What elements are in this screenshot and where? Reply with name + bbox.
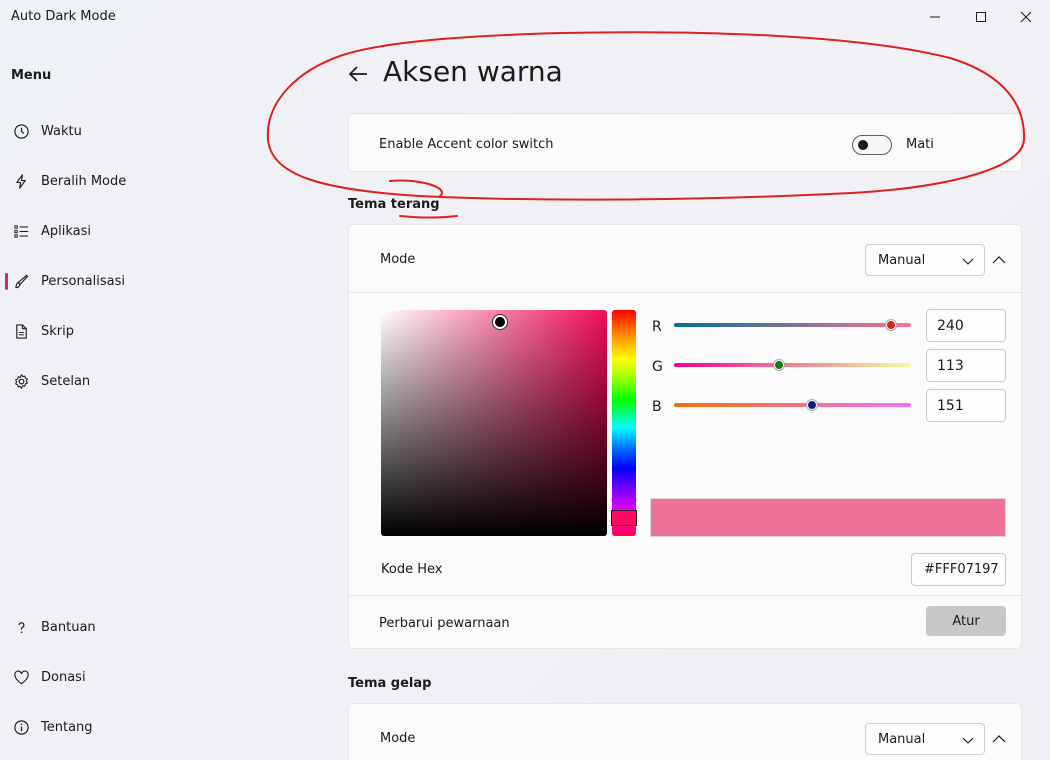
- atur-button[interactable]: Atur: [926, 606, 1006, 636]
- accent-switch-card: Enable Accent color switch Mati: [348, 113, 1022, 172]
- toggle-state-label: Mati: [906, 137, 934, 152]
- sidebar-item-label: Setelan: [41, 373, 91, 389]
- sidebar: Menu Waktu Beralih Mode Aplikasi Persona…: [0, 34, 310, 760]
- heart-icon: [12, 668, 30, 686]
- accent-toggle[interactable]: [852, 135, 892, 155]
- accent-switch-label: Enable Accent color switch: [379, 137, 554, 152]
- g-slider[interactable]: [674, 360, 911, 370]
- sidebar-item-label: Beralih Mode: [41, 173, 127, 189]
- light-theme-title: Tema terang: [348, 197, 440, 212]
- g-label: G: [652, 359, 663, 375]
- r-label: R: [652, 319, 662, 335]
- hue-slider[interactable]: [612, 310, 636, 536]
- b-input[interactable]: 151: [926, 389, 1006, 422]
- back-arrow-icon[interactable]: [346, 62, 370, 86]
- dark-mode-card: Mode Manual: [348, 703, 1022, 760]
- window-title: Auto Dark Mode: [11, 9, 116, 24]
- r-slider[interactable]: [674, 320, 911, 330]
- sidebar-item-aplikasi[interactable]: Aplikasi: [4, 213, 304, 249]
- dropdown-value: Manual: [878, 252, 926, 268]
- chevron-down-icon: [962, 258, 974, 265]
- update-coloring-label: Perbarui pewarnaan: [379, 616, 510, 631]
- chevron-down-icon: [962, 737, 974, 744]
- sidebar-item-label: Personalisasi: [41, 273, 125, 289]
- update-coloring-card: Perbarui pewarnaan Atur: [348, 595, 1022, 649]
- r-input[interactable]: 240: [926, 309, 1006, 342]
- minimize-icon: [930, 16, 940, 18]
- mode-label: Mode: [380, 252, 416, 267]
- sidebar-item-beralih-mode[interactable]: Beralih Mode: [4, 163, 304, 199]
- sidebar-item-label: Skrip: [41, 323, 74, 339]
- menu-label: Menu: [11, 68, 52, 83]
- sidebar-item-skrip[interactable]: Skrip: [4, 313, 304, 349]
- sidebar-item-label: Bantuan: [41, 619, 96, 635]
- list-icon: [12, 222, 30, 240]
- chevron-up-icon[interactable]: [992, 732, 1006, 746]
- mode-label: Mode: [380, 731, 416, 746]
- g-slider-thumb[interactable]: [774, 360, 784, 370]
- page-title: Aksen warna: [383, 55, 563, 88]
- question-icon: [12, 618, 30, 636]
- b-label: B: [652, 399, 662, 415]
- light-mode-card: Mode Manual: [348, 224, 1022, 293]
- color-picker-card: R 240 G 113 B 151 Kode Hex #FFF07197: [348, 292, 1022, 596]
- g-input[interactable]: 113: [926, 349, 1006, 382]
- lightning-icon: [12, 172, 30, 190]
- color-cursor[interactable]: [493, 315, 507, 329]
- saturation-value-area[interactable]: [381, 310, 607, 536]
- sidebar-item-tentang[interactable]: Tentang: [4, 709, 304, 745]
- close-icon: [1020, 11, 1032, 23]
- r-slider-thumb[interactable]: [886, 320, 896, 330]
- chevron-up-icon[interactable]: [992, 253, 1006, 267]
- hue-slider-thumb[interactable]: [611, 510, 637, 526]
- gear-icon: [12, 372, 30, 390]
- light-mode-dropdown[interactable]: Manual: [865, 244, 985, 276]
- dropdown-value: Manual: [878, 731, 926, 747]
- clock-icon: [12, 122, 30, 140]
- maximize-button[interactable]: [958, 0, 1004, 34]
- sidebar-item-waktu[interactable]: Waktu: [4, 113, 304, 149]
- sidebar-item-donasi[interactable]: Donasi: [4, 659, 304, 695]
- sidebar-item-bantuan[interactable]: Bantuan: [4, 609, 304, 645]
- info-icon: [12, 718, 30, 736]
- b-slider[interactable]: [674, 400, 911, 410]
- sidebar-item-personalisasi[interactable]: Personalisasi: [4, 263, 304, 299]
- sidebar-item-label: Donasi: [41, 669, 86, 685]
- b-slider-thumb[interactable]: [807, 400, 817, 410]
- title-bar: Auto Dark Mode: [0, 0, 1050, 34]
- hex-input[interactable]: #FFF07197: [911, 553, 1006, 586]
- sidebar-item-setelan[interactable]: Setelan: [4, 363, 304, 399]
- document-icon: [12, 322, 30, 340]
- dark-mode-dropdown[interactable]: Manual: [865, 723, 985, 755]
- hex-label: Kode Hex: [381, 562, 443, 577]
- maximize-icon: [976, 12, 986, 22]
- sidebar-item-label: Waktu: [41, 123, 82, 139]
- dark-theme-title: Tema gelap: [348, 676, 432, 691]
- close-button[interactable]: [1003, 0, 1049, 34]
- brush-icon: [12, 272, 30, 290]
- minimize-button[interactable]: [912, 0, 958, 34]
- sidebar-item-label: Aplikasi: [41, 223, 92, 239]
- sidebar-item-label: Tentang: [41, 719, 93, 735]
- color-preview: [650, 498, 1006, 537]
